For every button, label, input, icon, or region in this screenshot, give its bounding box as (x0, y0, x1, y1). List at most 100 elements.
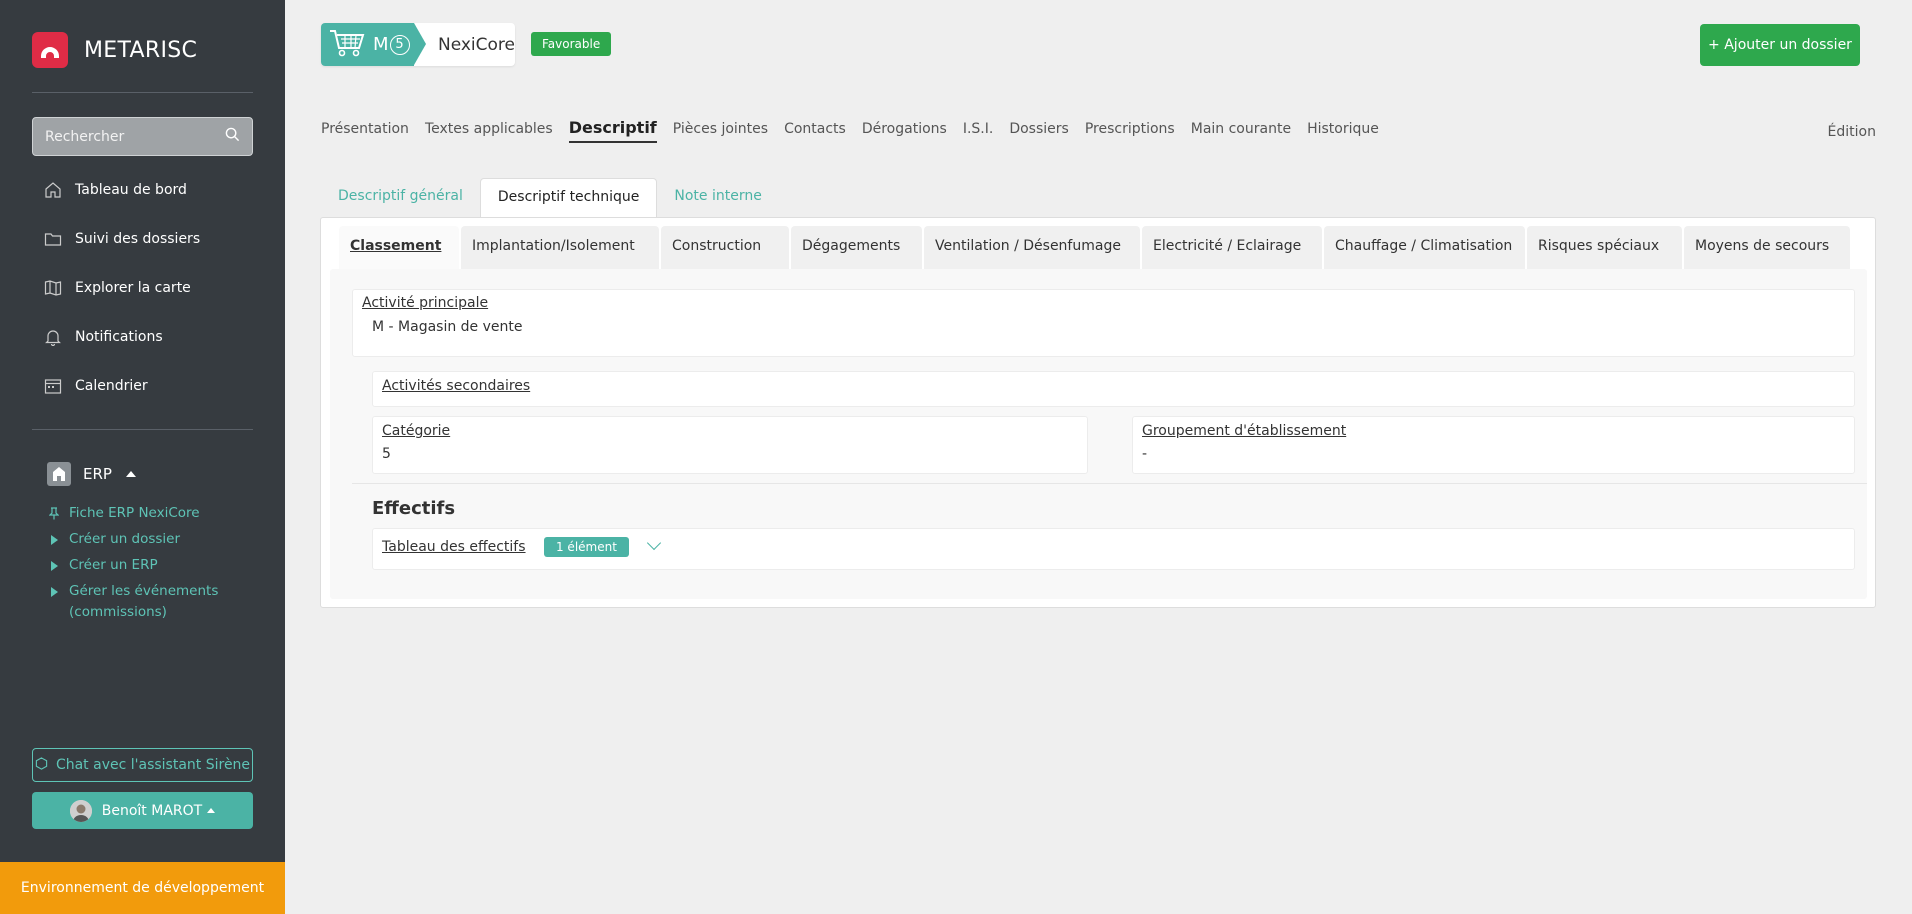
technique-tabs: Classement Implantation/Isolement Constr… (339, 226, 1850, 269)
search-field[interactable] (32, 117, 253, 156)
tab-moyens-de-secours[interactable]: Moyens de secours (1684, 226, 1850, 269)
tab-electricite-eclairage[interactable]: Electricité / Eclairage (1142, 226, 1322, 269)
classement-content: Activité principale M - Magasin de vente… (330, 269, 1867, 599)
chevron-down-icon[interactable] (647, 535, 662, 551)
nav-item-tableau-de-bord[interactable]: Tableau de bord (43, 180, 187, 200)
erp-category: 5 (395, 37, 404, 52)
avatar (69, 799, 92, 822)
tableau-effectifs-label[interactable]: Tableau des effectifs (382, 539, 526, 555)
sub-item-label: Créer un dossier (69, 531, 181, 547)
sub-item-label: Créer un ERP (69, 557, 158, 573)
building-icon (47, 462, 71, 486)
tab-isi[interactable]: I.S.I. (963, 121, 994, 143)
tab-ventilation-desenfumage[interactable]: Ventilation / Désenfumage (924, 226, 1140, 269)
user-menu-button[interactable]: Benoît MAROT (32, 792, 253, 829)
map-icon (43, 278, 63, 298)
sub-item-label-line2: (commissions) (69, 604, 167, 620)
add-dossier-button[interactable]: + Ajouter un dossier (1700, 24, 1860, 66)
sub-item-creer-dossier[interactable]: Créer un dossier (49, 529, 180, 550)
tab-pieces-jointes[interactable]: Pièces jointes (673, 121, 768, 143)
activites-secondaires-field: Activités secondaires (372, 371, 1855, 407)
tab-historique[interactable]: Historique (1307, 121, 1379, 143)
erp-code: M (373, 34, 389, 55)
effectifs-title: Effectifs (372, 498, 456, 519)
erp-identity-badge: M 5 NexiCore (321, 23, 515, 66)
play-icon (49, 529, 59, 550)
nav-item-suivi-des-dossiers[interactable]: Suivi des dossiers (43, 229, 200, 249)
nav-item-notifications[interactable]: Notifications (43, 327, 163, 347)
app-logo[interactable]: METARISC (32, 32, 197, 68)
sub-item-label: Gérer les événements (69, 583, 219, 599)
search-icon[interactable] (225, 127, 240, 146)
sub-item-gerer-evenements[interactable]: Gérer les événements (commissions) (49, 581, 218, 623)
descriptif-subtabs: Descriptif général Descriptif technique … (321, 178, 779, 217)
chat-assistant-button[interactable]: Chat avec l'assistant Sirène (32, 748, 253, 782)
user-name: Benoît MAROT (101, 802, 203, 819)
erp-category-circle: 5 (389, 34, 410, 55)
divider (32, 429, 253, 430)
tab-derogations[interactable]: Dérogations (862, 121, 947, 143)
categorie-field: Catégorie 5 (372, 416, 1088, 474)
groupement-field: Groupement d'établissement - (1132, 416, 1855, 474)
environment-banner: Environnement de développement (0, 862, 285, 914)
activite-principale-field: Activité principale M - Magasin de vente (352, 289, 1855, 357)
bell-icon (43, 327, 63, 347)
groupement-label[interactable]: Groupement d'établissement (1142, 423, 1845, 439)
sub-item-creer-erp[interactable]: Créer un ERP (49, 555, 158, 576)
tab-dossiers[interactable]: Dossiers (1009, 121, 1069, 143)
logo-icon (32, 32, 68, 68)
nav-label: Calendrier (75, 378, 148, 394)
hexagon-icon (35, 756, 48, 774)
erp-section-toggle[interactable]: ERP (47, 462, 136, 486)
erp-type-marker: M 5 (321, 23, 426, 66)
categorie-label[interactable]: Catégorie (382, 423, 1078, 439)
tab-degagements[interactable]: Dégagements (791, 226, 922, 269)
erp-name: NexiCore (437, 34, 515, 55)
chat-label: Chat avec l'assistant Sirène (55, 757, 251, 773)
calendar-icon (43, 376, 63, 396)
tab-construction[interactable]: Construction (661, 226, 789, 269)
env-label: Environnement de développement (20, 880, 265, 896)
nav-label: Tableau de bord (75, 182, 187, 198)
home-icon (43, 180, 63, 200)
tab-main-courante[interactable]: Main courante (1191, 121, 1291, 143)
search-input[interactable] (45, 128, 215, 145)
pin-icon (49, 503, 59, 524)
nav-item-explorer-la-carte[interactable]: Explorer la carte (43, 278, 191, 298)
main-tabs: Présentation Textes applicables Descript… (321, 118, 1379, 143)
erp-section-label: ERP (83, 465, 112, 483)
cart-icon (329, 28, 365, 62)
tab-contacts[interactable]: Contacts (784, 121, 846, 143)
divider (352, 483, 1867, 484)
activites-secondaires-label[interactable]: Activités secondaires (382, 378, 1845, 394)
activite-principale-label[interactable]: Activité principale (362, 295, 1845, 311)
tab-presentation[interactable]: Présentation (321, 121, 409, 143)
folder-icon (43, 229, 63, 249)
activite-principale-value: M - Magasin de vente (372, 319, 523, 335)
sub-item-label: Fiche ERP NexiCore (69, 505, 200, 521)
nav-item-calendrier[interactable]: Calendrier (43, 376, 148, 396)
tab-note-interne[interactable]: Note interne (657, 178, 778, 217)
categorie-value: 5 (382, 446, 391, 462)
tab-prescriptions[interactable]: Prescriptions (1085, 121, 1175, 143)
avis-status-badge: Favorable (531, 32, 612, 56)
caret-up-icon (125, 471, 136, 477)
nav-label: Suivi des dossiers (75, 231, 201, 247)
tab-descriptif-technique[interactable]: Descriptif technique (479, 178, 658, 217)
tab-risques-speciaux[interactable]: Risques spéciaux (1527, 226, 1682, 269)
tab-textes-applicables[interactable]: Textes applicables (425, 121, 553, 143)
sub-item-fiche-erp[interactable]: Fiche ERP NexiCore (49, 503, 200, 524)
nav-label: Explorer la carte (75, 280, 191, 296)
play-icon (49, 581, 59, 602)
groupement-value: - (1142, 446, 1148, 462)
tab-descriptif-general[interactable]: Descriptif général (321, 178, 480, 217)
descriptif-technique-panel: Classement Implantation/Isolement Constr… (320, 217, 1876, 608)
app-name: METARISC (84, 37, 198, 63)
effectifs-count-badge: 1 élément (543, 537, 629, 557)
tab-classement[interactable]: Classement (339, 226, 459, 269)
tab-descriptif[interactable]: Descriptif (568, 118, 657, 143)
caret-up-icon (207, 808, 216, 813)
edition-link[interactable]: Édition (1828, 124, 1876, 140)
tab-implantation-isolement[interactable]: Implantation/Isolement (461, 226, 659, 269)
tab-chauffage-climatisation[interactable]: Chauffage / Climatisation (1324, 226, 1525, 269)
